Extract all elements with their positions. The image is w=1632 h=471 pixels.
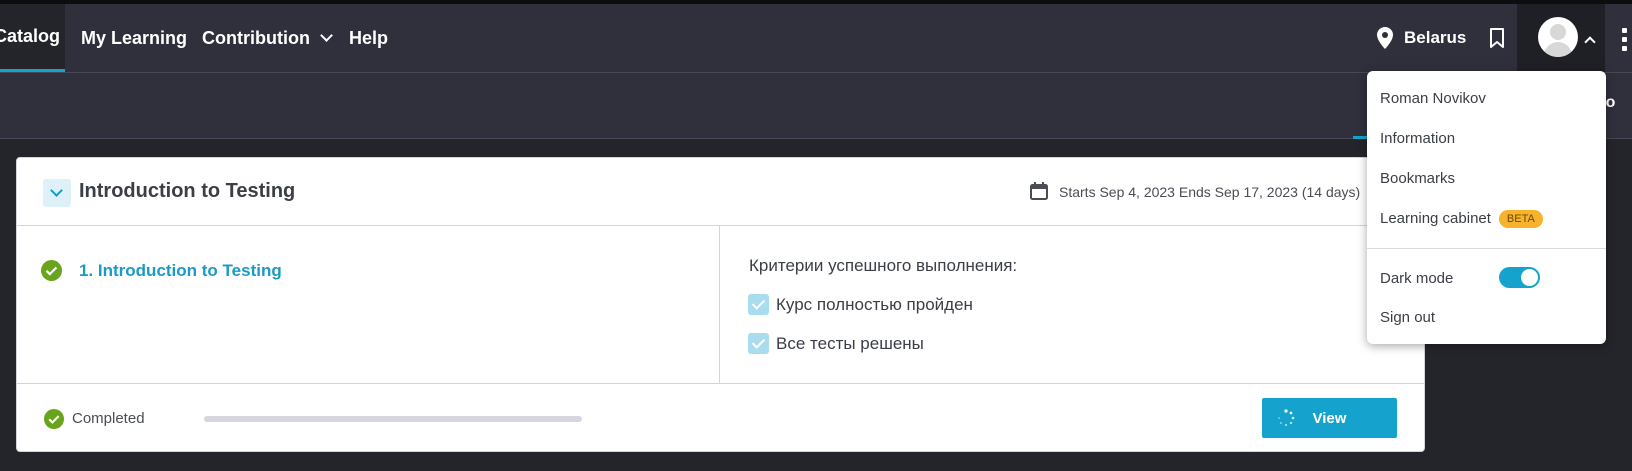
nav-help-label: Help [349,27,389,48]
nav-catalog-label: Catalog [0,26,61,46]
course-card-header: Introduction to Testing Starts Sep 4, 20… [17,158,1424,226]
view-button-label: View [1312,409,1347,427]
learning-cabinet-label: Learning cabinet [1380,210,1491,227]
nav-catalog[interactable]: Catalog [0,4,65,72]
progress-bar [204,416,582,422]
top-navigation-bar: Catalog My Learning Contribution Help Be… [0,0,1632,73]
beta-badge: BETA [1498,210,1543,228]
user-menu-button[interactable] [1517,4,1605,72]
avatar [1538,17,1578,57]
view-button[interactable]: View [1262,398,1397,438]
location-selector[interactable]: Belarus [1404,4,1466,72]
menu-divider [1367,248,1606,249]
dark-mode-label: Dark mode [1380,270,1454,287]
checkbox-checked [748,294,769,315]
user-dropdown-menu: Roman Novikov Information Bookmarks Lear… [1367,71,1606,344]
more-options-icon[interactable] [1622,28,1628,54]
chevron-down-icon [320,29,333,42]
location-pin-icon [1377,27,1393,49]
menu-item-user-name[interactable]: Roman Novikov [1380,90,1486,107]
criteria-item: Курс полностью пройден [748,294,973,315]
nav-contribution-label: Contribution [202,27,310,48]
course-card: Introduction to Testing Starts Sep 4, 20… [16,157,1425,452]
nav-my-learning-label: My Learning [81,27,188,48]
collapse-button[interactable] [43,179,71,207]
menu-item-learning-cabinet[interactable]: Learning cabinet BETA [1380,210,1543,228]
course-card-footer: Completed View [17,383,1424,451]
status-label: Completed [72,410,145,427]
course-dates: Starts Sep 4, 2023 Ends Sep 17, 2023 (14… [1059,184,1361,200]
menu-item-bookmarks[interactable]: Bookmarks [1380,170,1455,187]
nav-contribution[interactable]: Contribution [202,4,333,72]
location-label: Belarus [1404,28,1467,47]
menu-item-information[interactable]: Information [1380,130,1455,147]
menu-item-sign-out[interactable]: Sign out [1380,309,1435,326]
chevron-down-icon [50,184,63,197]
checkbox-checked [748,333,769,354]
nav-my-learning[interactable]: My Learning [81,4,187,72]
course-card-body: 1. Introduction to Testing Критерии успе… [17,226,1424,383]
chevron-up-icon [1584,36,1596,48]
dark-mode-toggle[interactable] [1499,267,1540,288]
criteria-label: Курс полностью пройден [776,294,973,314]
criteria-title: Критерии успешного выполнения: [749,256,1018,275]
spinner-icon [1278,409,1295,427]
nav-help[interactable]: Help [349,4,388,72]
check-circle-icon [44,409,64,429]
toggle-knob [1521,269,1538,286]
bookmark-icon[interactable] [1489,28,1505,49]
divider [719,226,720,383]
course-title: Introduction to Testing [79,180,296,202]
module-link[interactable]: 1. Introduction to Testing [79,261,282,281]
calendar-icon [1030,182,1048,200]
criteria-item: Все тесты решены [748,333,924,354]
criteria-label: Все тесты решены [776,333,924,353]
check-circle-icon [41,260,62,281]
